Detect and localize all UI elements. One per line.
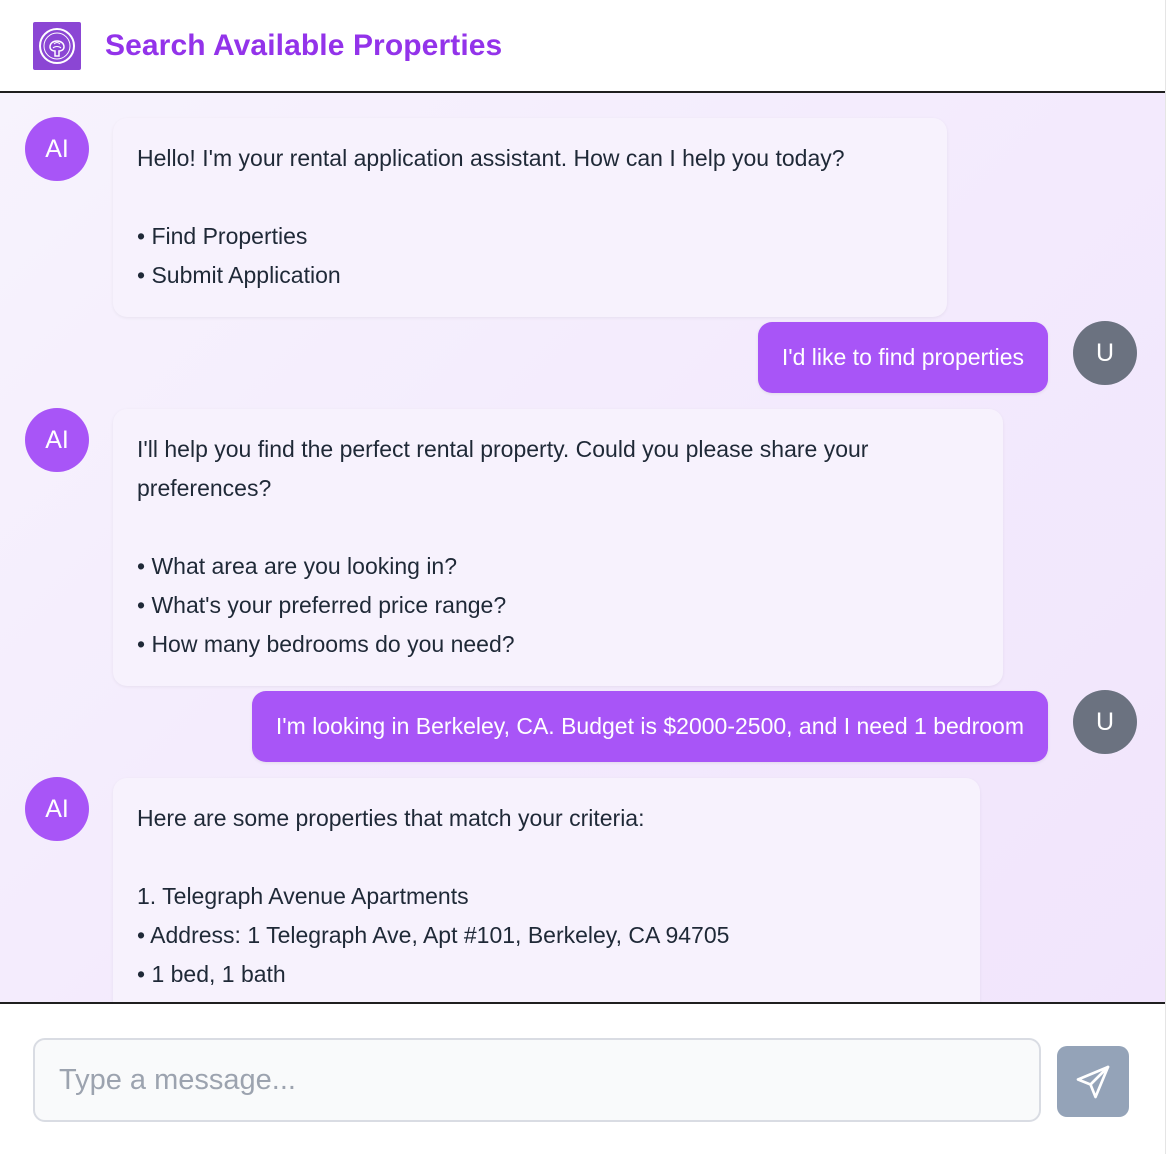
composer (0, 1004, 1165, 1154)
question-item: • What area are you looking in? (137, 553, 458, 579)
property-name: 1. Telegraph Avenue Apartments (137, 883, 469, 909)
paper-plane-icon (1073, 1062, 1113, 1102)
ai-message: Hello! I'm your rental application assis… (113, 118, 947, 317)
brain-tree-logo-icon (33, 21, 81, 70)
ai-avatar: AI (25, 777, 89, 841)
question-item: • What's your preferred price range? (137, 592, 507, 618)
option-item: • Submit Application (137, 262, 341, 288)
option-item: • Find Properties (137, 223, 308, 249)
ai-message: Here are some properties that match your… (113, 778, 980, 1002)
send-button[interactable] (1057, 1046, 1129, 1117)
chat-app: Search Available Properties AI Hello! I'… (0, 0, 1166, 1154)
header: Search Available Properties (0, 0, 1165, 93)
property-detail: • 850 sq ft (137, 994, 956, 1002)
message-input[interactable] (33, 1038, 1041, 1122)
ai-avatar: AI (25, 117, 89, 181)
user-avatar: U (1073, 690, 1137, 754)
message-text: preferences? (137, 475, 272, 501)
question-item: • How many bedrooms do you need? (137, 631, 515, 657)
message-text: Hello! I'm your rental application assis… (137, 145, 845, 171)
ai-avatar: AI (25, 408, 89, 472)
property-detail: • Address: 1 Telegraph Ave, Apt #101, Be… (137, 922, 730, 948)
property-detail: • 1 bed, 1 bath (137, 961, 286, 987)
user-message: I'm looking in Berkeley, CA. Budget is $… (251, 691, 1048, 762)
user-message: I'd like to find properties (757, 322, 1048, 393)
message-text: I'll help you find the perfect rental pr… (137, 436, 869, 462)
ai-message: I'll help you find the perfect rental pr… (113, 409, 1003, 686)
message-list[interactable]: AI Hello! I'm your rental application as… (0, 93, 1165, 1004)
message-text: Here are some properties that match your… (137, 805, 645, 831)
user-avatar: U (1073, 321, 1137, 385)
page-title: Search Available Properties (105, 28, 503, 62)
